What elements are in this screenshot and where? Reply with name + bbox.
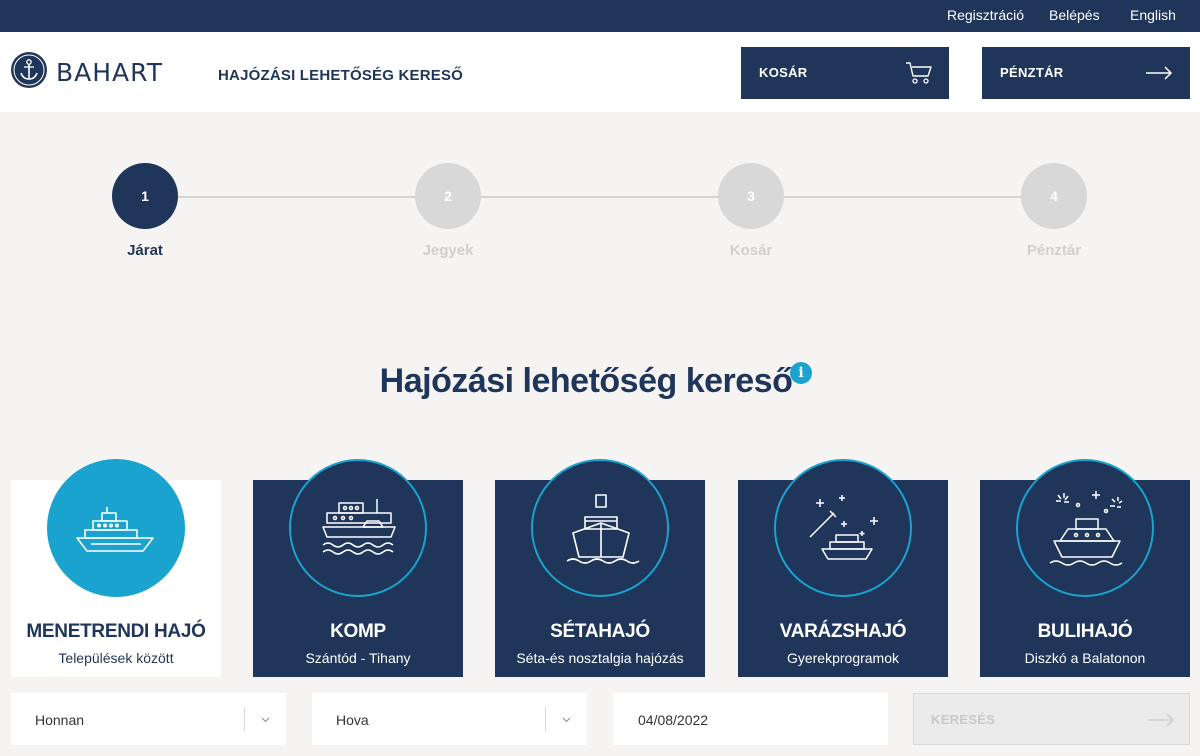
category-title-komp: KOMP <box>330 621 386 642</box>
step-4-label: Pénztár <box>1026 242 1082 259</box>
party-boat-icon <box>1049 491 1123 566</box>
to-select-value: Hova <box>336 712 369 728</box>
magic-boat-icon <box>809 495 878 560</box>
category-subtitle-bulihajo: Diszkó a Balatonon <box>1024 650 1146 666</box>
category-circle-setahajo[interactable] <box>531 459 669 597</box>
category-subtitle-komp: Szántód - Tihany <box>305 650 411 666</box>
checkout-button[interactable]: PÉNZTÁR <box>982 47 1190 99</box>
page-title: Hajózási lehetőség kereső <box>379 362 793 400</box>
category-title-varazshajo: VARÁZSHAJÓ <box>779 621 907 642</box>
category-title-menetrendi: MENETRENDI HAJÓ <box>26 621 206 642</box>
search-button[interactable]: KERESÉS <box>913 693 1190 745</box>
to-select[interactable]: Hova <box>312 693 587 745</box>
anchor-logo-icon[interactable] <box>10 51 48 89</box>
from-select[interactable]: Honnan <box>11 693 286 745</box>
header: BAHART HAJÓZÁSI LEHETŐSÉG KERESŐ KOSÁR P… <box>0 32 1200 112</box>
step-4-circle: 4 <box>1021 163 1087 229</box>
category-circle-komp[interactable] <box>289 459 427 597</box>
date-field-value: 04/08/2022 <box>638 712 709 728</box>
category-circle-menetrendi[interactable] <box>47 459 185 597</box>
chevron-down-icon[interactable] <box>261 715 270 724</box>
category-title-bulihajo: BULIHAJÓ <box>1037 621 1133 642</box>
brand-name[interactable]: BAHART <box>56 58 163 87</box>
header-title: HAJÓZÁSI LEHETŐSÉG KERESŐ <box>218 67 464 84</box>
cart-button-label: KOSÁR <box>759 65 808 80</box>
stepper-line <box>178 196 1054 198</box>
step-2-circle: 2 <box>415 163 481 229</box>
ferry-icon <box>322 499 396 555</box>
boat-icon <box>566 494 640 564</box>
from-select-divider <box>244 707 245 731</box>
ship-icon <box>76 507 154 552</box>
step-1-label: Járat <box>127 242 163 259</box>
chevron-down-icon[interactable] <box>562 715 571 724</box>
checkout-button-label: PÉNZTÁR <box>1000 65 1064 80</box>
category-circle-varazshajo[interactable] <box>774 459 912 597</box>
category-subtitle-setahajo: Séta-és nosztalgia hajózás <box>516 650 684 666</box>
register-link[interactable]: Regisztráció <box>947 7 1024 23</box>
cart-button[interactable]: KOSÁR <box>741 47 949 99</box>
category-subtitle-menetrendi: Települések között <box>58 650 174 666</box>
info-icon[interactable]: i <box>790 362 812 384</box>
category-circle-bulihajo[interactable] <box>1016 459 1154 597</box>
from-select-value: Honnan <box>35 712 85 728</box>
top-bar: Regisztráció Belépés English <box>0 0 1200 32</box>
step-3-circle: 3 <box>718 163 784 229</box>
category-title-setahajo: SÉTAHAJÓ <box>550 621 650 642</box>
to-select-divider <box>545 707 546 731</box>
language-link[interactable]: English <box>1130 7 1176 23</box>
step-2-label: Jegyek <box>422 242 474 259</box>
arrow-right-icon <box>1148 713 1175 727</box>
step-1-circle[interactable]: 1 <box>112 163 178 229</box>
date-field[interactable]: 04/08/2022 <box>613 693 888 745</box>
login-link[interactable]: Belépés <box>1049 7 1100 23</box>
category-subtitle-varazshajo: Gyerekprogramok <box>786 650 900 666</box>
cart-icon <box>906 62 932 84</box>
step-3-label: Kosár <box>729 242 773 259</box>
arrow-right-icon <box>1146 66 1173 80</box>
search-button-label: KERESÉS <box>931 712 996 727</box>
